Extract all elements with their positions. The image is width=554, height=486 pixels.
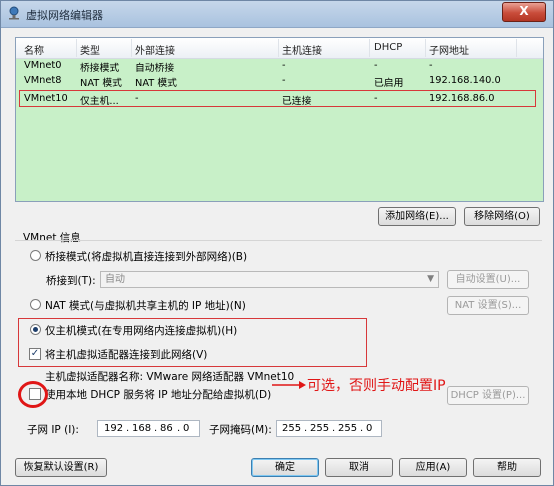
cell-host: - bbox=[282, 75, 286, 86]
adapter-name-text: 主机虚拟适配器名称: VMware 网络适配器 VMnet10 bbox=[45, 371, 295, 383]
cell-subnet: - bbox=[429, 60, 433, 71]
bridge-to-value: 自动 bbox=[105, 274, 125, 285]
column-header-host[interactable]: 主机连接 bbox=[282, 42, 322, 57]
column-header-subnet[interactable]: 子网地址 bbox=[429, 42, 469, 57]
remove-network-button[interactable]: 移除网络(O) bbox=[464, 207, 540, 226]
chevron-down-icon: ▼ bbox=[427, 274, 434, 284]
cell-external: 自动桥接 bbox=[135, 63, 175, 74]
nat-mode-radio[interactable] bbox=[30, 299, 41, 310]
subnet-ip-octet: 86 bbox=[160, 423, 173, 434]
subnet-ip-input[interactable]: 192 . 168 . 86 . 0 bbox=[97, 420, 200, 437]
cell-type: 桥接模式 bbox=[80, 63, 120, 74]
cell-name: VMnet8 bbox=[24, 75, 62, 86]
column-header-type[interactable]: 类型 bbox=[80, 42, 100, 57]
group-divider bbox=[15, 240, 542, 241]
cell-dhcp: - bbox=[374, 60, 378, 71]
bridge-to-label: 桥接到(T): bbox=[46, 275, 96, 287]
restore-defaults-button[interactable]: 恢复默认设置(R) bbox=[15, 458, 107, 477]
subnet-mask-label: 子网掩码(M): bbox=[209, 424, 272, 436]
subnet-mask-octet: 0 bbox=[366, 423, 373, 434]
arrow-right-icon bbox=[272, 381, 306, 389]
connect-adapter-label[interactable]: 将主机虚拟适配器连接到此网络(V) bbox=[45, 347, 207, 362]
dhcp-settings-button[interactable]: DHCP 设置(P)... bbox=[447, 386, 529, 405]
network-app-icon bbox=[9, 6, 19, 20]
nat-mode-label[interactable]: NAT 模式(与虚拟机共享主机的 IP 地址)(N) bbox=[45, 298, 246, 313]
subnet-ip-octet: 168 bbox=[132, 423, 152, 434]
cell-host: - bbox=[282, 60, 286, 71]
bridge-to-select[interactable]: 自动 ▼ bbox=[100, 271, 439, 288]
vmnet-info-heading: VMnet 信息 bbox=[23, 232, 81, 244]
auto-settings-button[interactable]: 自动设置(U)... bbox=[447, 270, 529, 289]
column-header-name[interactable]: 名称 bbox=[24, 42, 44, 57]
close-icon: X bbox=[519, 4, 529, 18]
help-button[interactable]: 帮助 bbox=[473, 458, 541, 477]
dhcp-label[interactable]: 使用本地 DHCP 服务将 IP 地址分配给虚拟机(D) bbox=[45, 387, 271, 402]
cell-type: NAT 模式 bbox=[80, 78, 122, 89]
column-header-external[interactable]: 外部连接 bbox=[135, 42, 175, 57]
bridge-mode-radio[interactable] bbox=[30, 250, 41, 261]
annotation-circle bbox=[18, 381, 48, 408]
selected-row-highlight bbox=[19, 90, 536, 107]
ok-button[interactable]: 确定 bbox=[251, 458, 319, 477]
cell-name: VMnet0 bbox=[24, 60, 62, 71]
subnet-mask-octet: 255 bbox=[282, 423, 302, 434]
cell-dhcp: 已启用 bbox=[374, 78, 404, 89]
network-table: 名称 类型 外部连接 主机连接 DHCP 子网地址 VMnet0 桥接模式 自动… bbox=[15, 37, 544, 202]
table-header: 名称 类型 外部连接 主机连接 DHCP 子网地址 bbox=[16, 38, 543, 59]
subnet-mask-octet: 255 bbox=[338, 423, 358, 434]
nat-settings-button[interactable]: NAT 设置(S)... bbox=[447, 296, 529, 315]
virtual-network-editor-window: 虚拟网络编辑器 X 名称 类型 外部连接 主机连接 DHCP 子网地址 VMne… bbox=[0, 0, 554, 486]
window-title: 虚拟网络编辑器 bbox=[26, 9, 103, 22]
host-only-label[interactable]: 仅主机模式(在专用网络内连接虚拟机)(H) bbox=[45, 323, 237, 338]
annotation-text: 可选，否则手动配置IP bbox=[307, 378, 446, 394]
add-network-button[interactable]: 添加网络(E)... bbox=[378, 207, 456, 226]
apply-button[interactable]: 应用(A) bbox=[399, 458, 467, 477]
subnet-ip-label: 子网 IP (I): bbox=[27, 424, 79, 436]
cell-external: NAT 模式 bbox=[135, 78, 177, 89]
cell-subnet: 192.168.140.0 bbox=[429, 75, 501, 86]
subnet-mask-octet: 255 bbox=[310, 423, 330, 434]
host-only-radio[interactable] bbox=[30, 324, 41, 335]
table-row[interactable]: VMnet0 桥接模式 自动桥接 - - - bbox=[16, 59, 543, 74]
bridge-mode-label[interactable]: 桥接模式(将虚拟机直接连接到外部网络)(B) bbox=[45, 249, 247, 264]
connect-adapter-checkbox[interactable]: ✓ bbox=[29, 348, 41, 360]
subnet-mask-input[interactable]: 255 . 255 . 255 . 0 bbox=[276, 420, 382, 437]
title-bar: 虚拟网络编辑器 X bbox=[1, 1, 553, 28]
cancel-button[interactable]: 取消 bbox=[325, 458, 393, 477]
subnet-ip-octet: 192 bbox=[104, 423, 124, 434]
table-row[interactable]: VMnet8 NAT 模式 NAT 模式 - 已启用 192.168.140.0 bbox=[16, 74, 543, 89]
close-button[interactable]: X bbox=[502, 2, 546, 22]
column-header-dhcp[interactable]: DHCP bbox=[374, 42, 402, 53]
subnet-ip-octet: 0 bbox=[183, 423, 190, 434]
